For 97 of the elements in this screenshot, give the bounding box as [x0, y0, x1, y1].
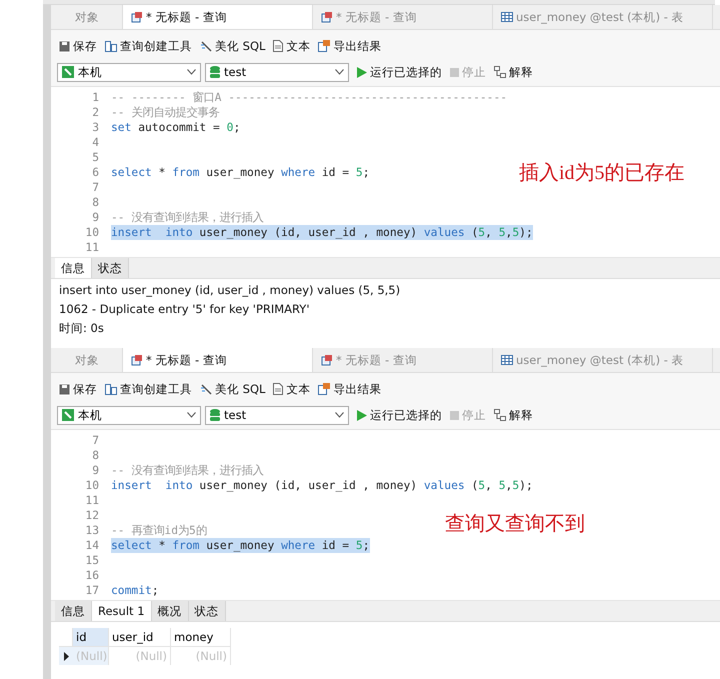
line-number: 9 [91, 211, 100, 224]
table-icon [501, 354, 513, 366]
toolbar-button[interactable]: 美化 SQL [200, 382, 266, 396]
line-number: 12 [84, 509, 100, 522]
message-text: 1062 - Duplicate entry '5' for key 'PRIMARY' [58, 301, 310, 317]
connection-select[interactable]: 本机 [57, 406, 201, 424]
editor-tab[interactable]: * 无标题 - 查询 [123, 5, 313, 29]
wand-icon [200, 40, 212, 52]
toolbar-button[interactable]: 查询创建工具 [105, 38, 192, 54]
export-icon [318, 383, 330, 395]
result-tab[interactable]: 概况 [152, 601, 189, 621]
code-line: -- 没有查询到结果，进行插入 [111, 463, 264, 478]
line-number: 10 [84, 226, 100, 239]
toolbar-button[interactable]: 文本 [273, 382, 310, 396]
stop-icon [450, 68, 459, 76]
builder-icon [105, 384, 117, 394]
result-tab[interactable]: 信息 [55, 601, 92, 621]
column-header[interactable]: id [73, 628, 109, 647]
column-header[interactable]: money [171, 628, 231, 647]
line-number: 2 [91, 106, 100, 119]
stop-icon [450, 410, 459, 420]
line-number: 7 [91, 434, 100, 447]
line-number: 14 [84, 539, 100, 552]
line-number: 11 [84, 494, 100, 507]
line-number: 5 [91, 151, 100, 164]
database-icon [210, 66, 220, 78]
result-tab[interactable]: 状态 [92, 258, 129, 278]
column-header[interactable]: user_id [109, 628, 171, 647]
line-number: 13 [84, 524, 100, 537]
toolbar-button[interactable]: 保存 [59, 382, 97, 396]
code-line: -- 再查询id为5的 [111, 523, 207, 538]
toolbar-button[interactable]: 运行已选择的 [357, 64, 442, 80]
code-line: -- -------- 窗口A ----------------------------------------- [111, 90, 508, 105]
row-pointer-icon [64, 652, 68, 660]
toolbar-button[interactable]: 解释 [494, 64, 533, 80]
message-text: insert into user_money (id, user_id , money) values (5, 5,5) [58, 282, 402, 298]
result-tab[interactable]: 信息 [55, 258, 92, 278]
code-line: set autocommit = 0; [111, 120, 240, 135]
table-cell: (Null) [73, 647, 109, 665]
code-line: insert into user_money (id, user_id , money) values (5, 5,5); [111, 478, 533, 493]
toolbar-button[interactable]: 保存 [59, 38, 97, 54]
caret-icon [187, 69, 196, 75]
toolbar-button[interactable]: 运行已选择的 [357, 408, 442, 422]
message-text: 时间: 0s [58, 320, 105, 336]
export-icon [318, 40, 330, 52]
code-line: select * from user_money where id = 5; [111, 165, 370, 180]
toolbar-button[interactable]: 文本 [273, 38, 310, 54]
caret-icon [187, 412, 196, 418]
builder-icon [105, 40, 117, 52]
caret-icon [335, 412, 344, 418]
line-number: 15 [84, 554, 100, 567]
play-icon [357, 66, 367, 78]
play-icon [357, 410, 367, 420]
line-number: 3 [91, 121, 100, 134]
line-number: 4 [91, 136, 100, 149]
result-tab[interactable]: Result 1 [92, 601, 152, 621]
line-number: 8 [91, 449, 100, 462]
line-number: 10 [84, 479, 100, 492]
code-line: -- 没有查询到结果，进行插入 [111, 210, 264, 225]
toolbar-button[interactable]: 导出结果 [318, 38, 382, 54]
explain-icon [494, 66, 506, 78]
table-icon [501, 11, 513, 23]
annotation-text: 插入id为5的已存在 [519, 161, 685, 186]
toolbar-button[interactable]: 导出结果 [318, 382, 382, 396]
database-select[interactable]: test [205, 406, 349, 424]
wand-icon [200, 383, 212, 395]
connection-icon [62, 409, 74, 421]
code-line: commit; [111, 583, 159, 598]
toolbar-button[interactable]: 查询创建工具 [105, 382, 192, 396]
save-icon [59, 384, 70, 394]
database-icon [210, 409, 220, 421]
save-icon [59, 40, 70, 52]
line-number: 6 [91, 166, 100, 179]
line-number: 16 [84, 569, 100, 582]
annotation-text: 查询又查询不到 [445, 512, 585, 537]
toolbar-button[interactable]: 解释 [494, 408, 533, 422]
connection-icon [62, 66, 74, 78]
code-line: -- 关闭自动提交事务 [111, 105, 220, 120]
document-icon [273, 40, 284, 52]
toolbar-button[interactable]: 美化 SQL [200, 38, 266, 54]
line-number: 1 [91, 91, 100, 104]
result-tab[interactable]: 状态 [188, 601, 226, 621]
explain-icon [494, 409, 506, 421]
database-select[interactable]: test [205, 62, 349, 82]
query-icon [131, 11, 143, 23]
query-icon [321, 11, 333, 23]
connection-select[interactable]: 本机 [57, 62, 201, 82]
caret-icon [335, 69, 344, 75]
line-number: 7 [91, 181, 100, 194]
line-number: 9 [91, 464, 100, 477]
line-number: 8 [91, 196, 100, 209]
query-icon [321, 354, 333, 366]
editor-tab[interactable]: * 无标题 - 查询 [123, 348, 313, 372]
document-icon [273, 383, 284, 395]
line-number: 17 [84, 584, 100, 597]
line-number: 11 [84, 241, 100, 254]
query-icon [131, 354, 143, 366]
